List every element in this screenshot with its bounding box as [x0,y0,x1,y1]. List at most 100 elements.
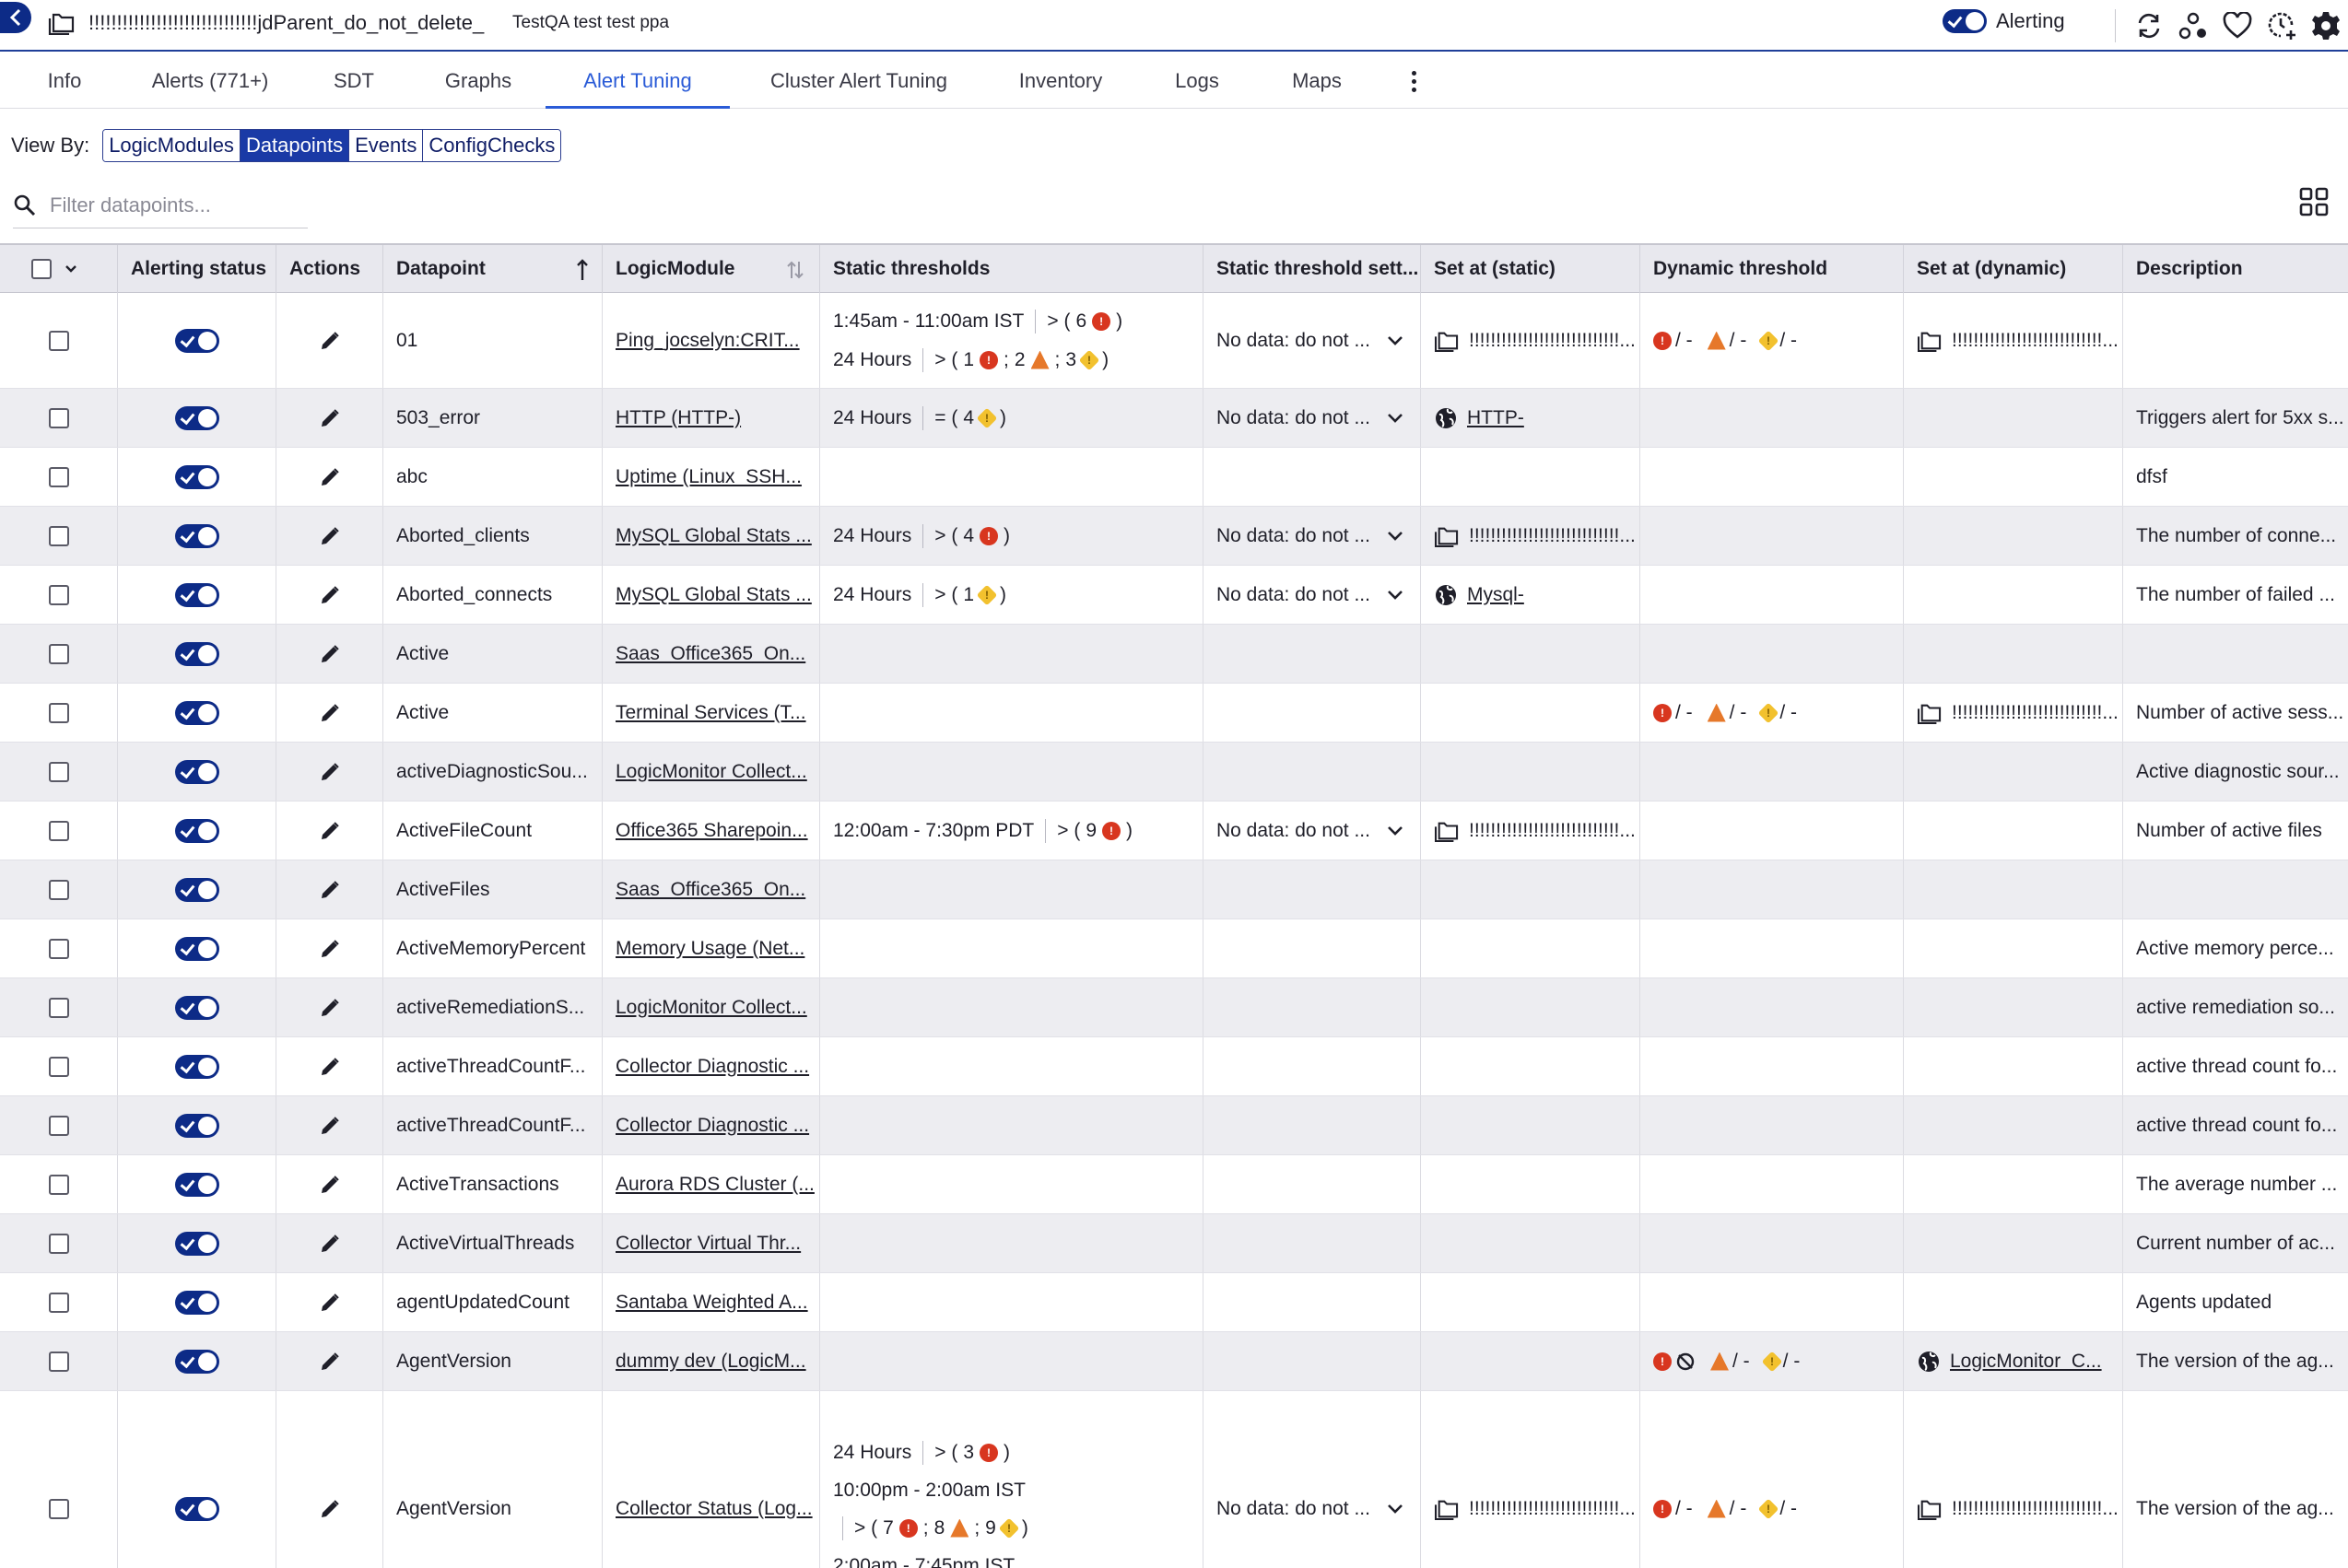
row-checkbox[interactable] [48,1233,69,1254]
logicmodule-link[interactable]: Collector Diagnostic ... [616,1056,809,1078]
set-at-location[interactable]: Mysql- [1434,583,1524,607]
row-checkbox[interactable] [48,1292,69,1313]
edit-pencil-icon[interactable] [319,1233,341,1255]
select-all-header[interactable] [0,245,118,293]
select-all-checkbox[interactable] [31,259,52,279]
edit-pencil-icon[interactable] [319,525,341,547]
row-checkbox[interactable] [48,643,69,664]
alerting-status-toggle[interactable] [174,936,219,961]
column-dynamic-threshold[interactable]: Dynamic threshold [1640,245,1904,293]
logicmodule-link[interactable]: Ping_jocselyn:CRIT... [616,330,800,352]
edit-pencil-icon[interactable] [319,1498,341,1520]
row-checkbox[interactable] [48,1115,69,1136]
column-static-thresholds[interactable]: Static thresholds [820,245,1203,293]
row-checkbox[interactable] [48,820,69,841]
logicmodule-link[interactable]: MySQL Global Stats ... [616,525,812,547]
row-checkbox[interactable] [48,1174,69,1195]
column-description[interactable]: Description [2123,245,2348,293]
logicmodule-link[interactable]: Collector Status (Log... [616,1498,813,1520]
no-data-setting-dropdown[interactable]: No data: do not ... [1216,525,1420,547]
logicmodule-link[interactable]: HTTP (HTTP-) [616,407,741,429]
edit-pencil-icon[interactable] [319,1115,341,1137]
edit-pencil-icon[interactable] [319,1292,341,1314]
set-at-location[interactable]: !!!!!!!!!!!!!!!!!!!!!!!!!!!!... [1434,525,1636,547]
logicmodule-link[interactable]: Terminal Services (T... [616,702,806,724]
no-data-setting-dropdown[interactable]: No data: do not ... [1216,584,1420,606]
refresh-button[interactable] [2127,7,2171,44]
topology-button[interactable] [2171,7,2215,44]
edit-pencil-icon[interactable] [319,466,341,488]
no-data-setting-dropdown[interactable]: No data: do not ... [1216,407,1420,429]
favorite-button[interactable] [2215,7,2260,44]
edit-pencil-icon[interactable] [319,1056,341,1078]
tab-inventory[interactable]: Inventory [1003,53,1119,109]
schedule-sdt-button[interactable] [2260,7,2304,44]
tab-info[interactable]: Info [28,53,101,109]
sort-icon[interactable] [786,260,804,280]
logicmodule-link[interactable]: Memory Usage (Net... [616,938,804,960]
back-button[interactable] [0,2,31,33]
edit-pencil-icon[interactable] [319,1174,341,1196]
alerting-status-toggle[interactable] [174,818,219,843]
alerting-status-toggle[interactable] [174,464,219,489]
no-data-setting-dropdown[interactable]: No data: do not ... [1216,330,1420,352]
view-by-configchecks[interactable]: ConfigChecks [423,130,561,161]
row-checkbox[interactable] [48,525,69,546]
row-checkbox[interactable] [48,1351,69,1372]
row-checkbox[interactable] [48,466,69,487]
alerting-status-toggle[interactable] [174,582,219,607]
column-set-at-static[interactable]: Set at (static) [1421,245,1640,293]
edit-pencil-icon[interactable] [319,879,341,901]
alerting-status-toggle[interactable] [174,700,219,725]
row-checkbox[interactable] [48,330,69,351]
row-checkbox[interactable] [48,1056,69,1077]
alerting-status-toggle[interactable] [174,1113,219,1138]
logicmodule-link[interactable]: Santaba Weighted A... [616,1292,808,1314]
logicmodule-link[interactable]: dummy dev (LogicM... [616,1351,806,1373]
set-at-text[interactable]: HTTP- [1467,407,1524,429]
column-datapoint[interactable]: Datapoint [383,245,603,293]
row-checkbox[interactable] [48,584,69,605]
alerting-status-toggle[interactable] [174,1290,219,1315]
column-settings-icon[interactable] [2298,186,2330,217]
set-at-location[interactable]: !!!!!!!!!!!!!!!!!!!!!!!!!!!!... [1434,1498,1636,1520]
tab-sdt[interactable]: SDT [317,53,391,109]
set-at-location[interactable]: LogicMonitor_C... [1917,1350,2102,1374]
edit-pencil-icon[interactable] [319,761,341,783]
edit-pencil-icon[interactable] [319,584,341,606]
more-tabs-button[interactable] [1401,66,1426,96]
column-set-at-dynamic[interactable]: Set at (dynamic) [1904,245,2123,293]
row-checkbox[interactable] [48,407,69,428]
row-checkbox[interactable] [48,702,69,723]
set-at-text[interactable]: LogicMonitor_C... [1950,1351,2102,1373]
logicmodule-link[interactable]: LogicMonitor Collect... [616,761,807,783]
tab-maps[interactable]: Maps [1275,53,1358,109]
logicmodule-link[interactable]: Office365 Sharepoin... [616,820,808,842]
logicmodule-link[interactable]: Uptime (Linux_SSH... [616,466,802,488]
set-at-text[interactable]: Mysql- [1467,584,1524,606]
no-data-setting-dropdown[interactable]: No data: do not ... [1216,1498,1420,1520]
filter-datapoints-input[interactable] [50,193,299,217]
alerting-status-toggle[interactable] [174,995,219,1020]
alerting-status-toggle[interactable] [174,1172,219,1197]
alerting-status-toggle[interactable] [174,1496,219,1521]
row-checkbox[interactable] [48,938,69,959]
logicmodule-link[interactable]: Saas_Office365_On... [616,643,805,665]
alerting-status-toggle[interactable] [174,1054,219,1079]
edit-pencil-icon[interactable] [319,820,341,842]
alerting-status-toggle[interactable] [174,1349,219,1374]
tab-cluster-alert-tuning[interactable]: Cluster Alert Tuning [756,53,962,109]
set-at-location[interactable]: !!!!!!!!!!!!!!!!!!!!!!!!!!!!... [1917,1498,2119,1520]
tab-graphs[interactable]: Graphs [429,53,527,109]
edit-pencil-icon[interactable] [319,407,341,429]
view-by-logicmodules[interactable]: LogicModules [103,130,241,161]
logicmodule-link[interactable]: MySQL Global Stats ... [616,584,812,606]
row-checkbox[interactable] [48,879,69,900]
no-data-setting-dropdown[interactable]: No data: do not ... [1216,820,1420,842]
set-at-location[interactable]: HTTP- [1434,406,1524,430]
tab-logs[interactable]: Logs [1157,53,1237,109]
edit-pencil-icon[interactable] [319,330,341,352]
edit-pencil-icon[interactable] [319,997,341,1019]
set-at-location[interactable]: !!!!!!!!!!!!!!!!!!!!!!!!!!!!... [1434,330,1636,352]
alerting-status-toggle[interactable] [174,641,219,666]
